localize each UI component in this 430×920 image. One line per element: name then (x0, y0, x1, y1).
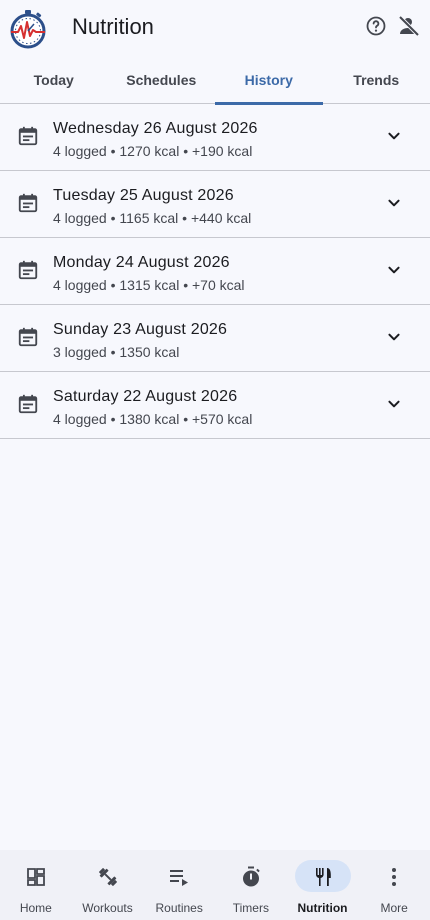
history-day-summary: 4 logged • 1270 kcal • +190 kcal (53, 143, 253, 159)
history-day-row[interactable]: Sunday 23 August 2026 3 logged • 1350 kca… (0, 305, 430, 372)
nav-item-nutrition[interactable]: Nutrition (287, 850, 359, 920)
nav-label-nutrition: Nutrition (297, 901, 348, 915)
nav-item-routines[interactable]: Routines (143, 850, 215, 920)
history-day-summary: 3 logged • 1350 kcal (53, 344, 180, 360)
calendar-icon (18, 260, 38, 280)
history-day-row[interactable]: Wednesday 26 August 2026 4 logged • 1270 … (0, 104, 430, 171)
dumbbell-icon (98, 868, 117, 886)
nav-item-workouts[interactable]: Workouts (72, 850, 144, 920)
tab-history[interactable]: History (215, 56, 323, 105)
nav-item-timers[interactable]: Timers (215, 850, 287, 920)
history-day-summary: 4 logged • 1165 kcal • +440 kcal (53, 210, 252, 226)
chevron-down-icon (388, 333, 400, 341)
nav-label-home: Home (19, 901, 52, 915)
nav-label-timers: Timers (232, 901, 269, 915)
chevron-down-icon (388, 400, 400, 408)
page-title: Nutrition (72, 14, 154, 39)
app-bar: Nutrition (0, 0, 430, 56)
calendar-icon (18, 327, 38, 347)
history-day-date: Sunday 23 August 2026 (53, 321, 228, 338)
nav-item-home[interactable]: Home (0, 850, 72, 920)
history-day-row[interactable]: Tuesday 25 August 2026 4 logged • 1165 kc… (0, 171, 430, 238)
tab-trends[interactable]: Trends (323, 56, 430, 104)
history-day-summary: 4 logged • 1315 kcal • +70 kcal (53, 277, 245, 293)
nav-label-more: More (380, 901, 408, 915)
calendar-icon (18, 126, 38, 146)
tab-schedules[interactable]: Schedules (108, 56, 216, 104)
chevron-down-icon (388, 266, 400, 274)
calendar-icon (18, 394, 38, 414)
history-day-summary: 4 logged • 1380 kcal • +570 kcal (53, 411, 253, 427)
chevron-down-icon (388, 132, 400, 140)
history-day-date: Monday 24 August 2026 (53, 254, 230, 271)
playlist-play-icon (170, 870, 189, 886)
history-day-date: Saturday 22 August 2026 (53, 388, 238, 405)
tab-today[interactable]: Today (0, 56, 108, 104)
tab-bar: Today Schedules History Trends (0, 56, 430, 105)
chevron-down-icon (388, 199, 400, 207)
history-day-row[interactable]: Saturday 22 August 2026 4 logged • 1380 k… (0, 372, 430, 439)
nav-label-routines: Routines (155, 901, 203, 915)
history-day-date: Wednesday 26 August 2026 (53, 120, 258, 137)
history-day-row[interactable]: Monday 24 August 2026 4 logged • 1315 kca… (0, 238, 430, 305)
timer-icon (242, 866, 260, 887)
more-vertical-icon (392, 868, 397, 886)
account-off-icon[interactable] (397, 14, 421, 38)
nav-item-more[interactable]: More (358, 850, 430, 920)
stopwatch-heartbeat-logo (10, 10, 46, 49)
bottom-navigation: Home Workouts Routines Timers Nutrition … (0, 850, 430, 920)
dashboard-icon (26, 868, 45, 886)
help-circle-icon[interactable] (364, 14, 388, 38)
fork-knife-icon (315, 868, 331, 886)
history-list: Wednesday 26 August 2026 4 logged • 1270 … (0, 104, 430, 439)
history-day-date: Tuesday 25 August 2026 (53, 187, 234, 204)
nav-label-workouts: Workouts (82, 901, 133, 915)
calendar-icon (18, 193, 38, 213)
nutrition-screen: Nutrition Today Schedules History Trends… (0, 0, 430, 920)
